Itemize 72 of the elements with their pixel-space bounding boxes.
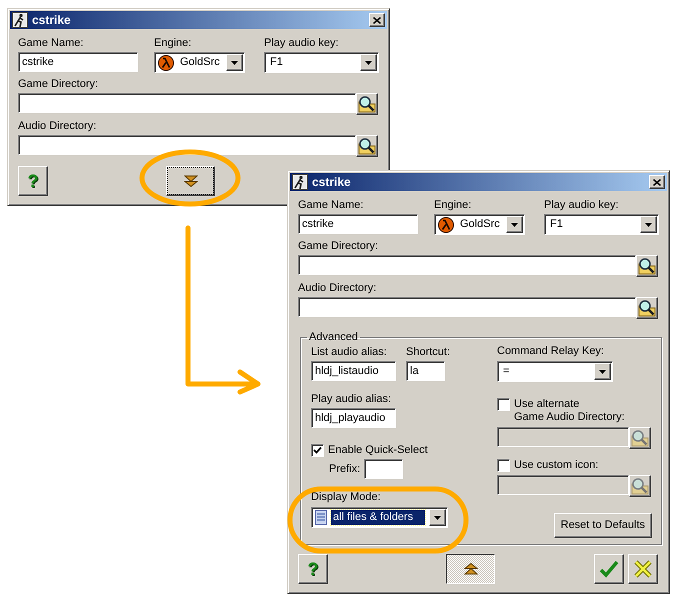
lambda-logo-icon [158, 54, 174, 70]
window-title: cstrike [32, 12, 72, 29]
field-label: Play audio key: [264, 37, 339, 50]
cancel-button[interactable] [628, 554, 658, 584]
field-label: Game Name: [18, 37, 84, 50]
text-field[interactable]: la [406, 361, 445, 381]
prefix-field[interactable] [364, 459, 404, 479]
field-label: Audio Directory: [18, 120, 96, 133]
browse-button[interactable] [356, 93, 378, 115]
field-label: Use custom icon: [514, 459, 598, 472]
text-field[interactable]: hldj_playaudio [311, 408, 396, 428]
path-field[interactable] [18, 135, 356, 155]
magnifier-icon [358, 95, 376, 113]
browse-button[interactable] [629, 475, 651, 497]
browse-button[interactable] [356, 135, 378, 157]
text-field[interactable]: cstrike [298, 214, 418, 234]
running-figure-icon [12, 12, 28, 28]
reset-button[interactable]: Reset to Defaults [554, 513, 652, 538]
magnifier-icon [631, 477, 649, 495]
field-label: Game Directory: [18, 78, 98, 91]
close-icon [653, 178, 661, 186]
magnifier-icon [631, 429, 649, 447]
checkbox[interactable] [497, 398, 510, 411]
field-label: Play audio key: [544, 199, 619, 212]
field-label: Use alternate Game Audio Directory: [514, 398, 625, 424]
path-field[interactable] [298, 255, 636, 275]
lambda-logo-icon [438, 216, 454, 232]
browse-button[interactable] [636, 255, 658, 277]
browse-button[interactable] [629, 427, 651, 449]
path-field[interactable] [298, 297, 636, 317]
path-field[interactable] [18, 93, 356, 113]
field-label: Game Name: [298, 199, 364, 212]
path-field[interactable] [497, 427, 629, 447]
ok-button[interactable] [594, 554, 624, 584]
magnifier-icon [638, 257, 656, 275]
checkbox[interactable] [497, 459, 510, 472]
dropdown[interactable]: = [497, 361, 613, 382]
field-label: Shortcut: [406, 346, 450, 359]
field-label: Prefix: [329, 462, 360, 476]
field-label: Game Directory: [298, 240, 378, 253]
dropdown[interactable]: F1 [544, 214, 659, 235]
field-label: Engine: [434, 199, 472, 212]
group-title: Advanced [308, 331, 359, 344]
field-label: Display Mode: [311, 491, 381, 504]
window-title: cstrike [312, 174, 352, 191]
browse-button[interactable] [636, 297, 658, 319]
toggle-advanced-button[interactable] [446, 554, 495, 584]
checkbox[interactable] [311, 444, 324, 457]
field-label: Enable Quick-Select [328, 444, 428, 457]
icon-path-field[interactable] [497, 475, 629, 495]
close-button[interactable] [369, 13, 385, 27]
double-down-chevron-icon [184, 175, 198, 187]
checkmark-icon [599, 560, 619, 578]
field-label: List audio alias: [311, 346, 387, 359]
field-label: Play audio alias: [311, 393, 392, 406]
dropdown[interactable]: F1 [264, 52, 379, 73]
field-label: Engine: [154, 37, 192, 50]
dropdown[interactable]: GoldSrc [434, 214, 525, 235]
running-figure-icon [292, 174, 308, 190]
dropdown[interactable]: GoldSrc [154, 52, 245, 73]
text-field[interactable]: cstrike [18, 52, 138, 72]
magnifier-icon [358, 137, 376, 155]
dropdown[interactable]: all files & folders [311, 507, 448, 528]
double-up-chevron-icon [464, 563, 478, 575]
close-button[interactable] [649, 175, 665, 189]
cross-icon [634, 560, 652, 578]
close-icon [373, 16, 381, 24]
magnifier-icon [638, 299, 656, 317]
text-field[interactable]: hldj_listaudio [311, 361, 396, 381]
field-label: Audio Directory: [298, 282, 376, 295]
field-label: Command Relay Key: [497, 345, 604, 358]
list-icon [315, 510, 327, 525]
